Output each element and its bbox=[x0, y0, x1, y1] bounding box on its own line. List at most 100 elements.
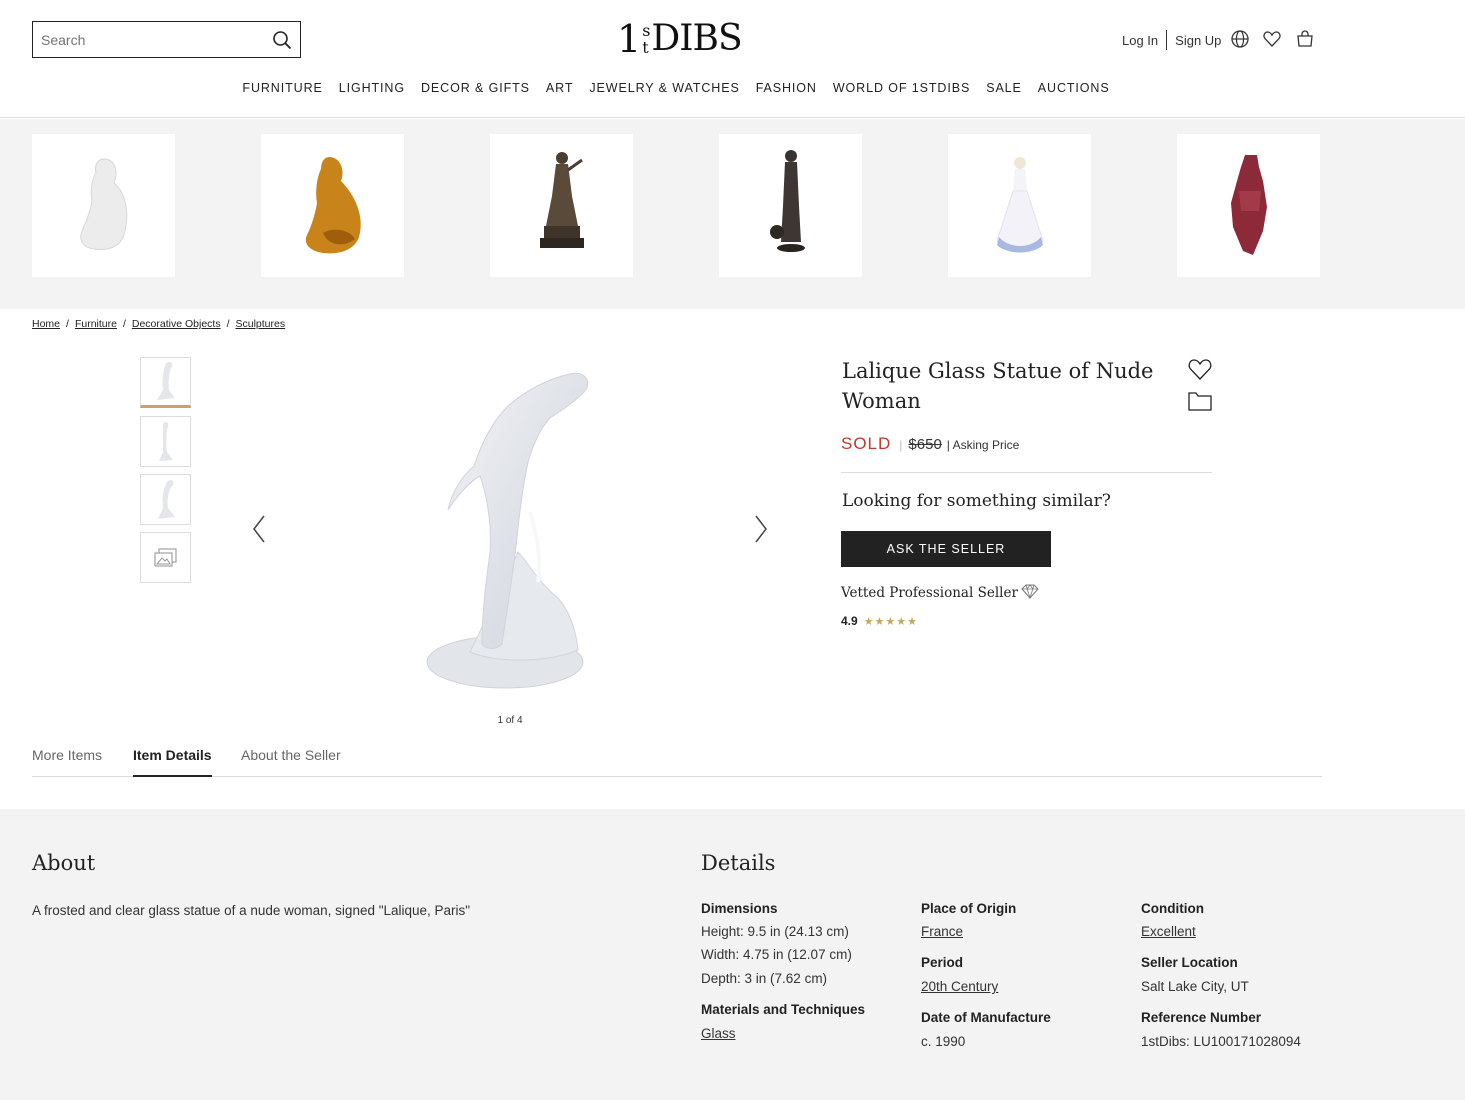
nav-world-of-1stdibs[interactable]: WORLD OF 1STDIBS bbox=[833, 81, 970, 95]
nav-furniture[interactable]: FURNITURE bbox=[242, 81, 322, 95]
nav-lighting[interactable]: LIGHTING bbox=[339, 81, 405, 95]
details-section: About A frosted and clear glass statue o… bbox=[0, 809, 1465, 1100]
materials-link[interactable]: Glass bbox=[701, 1026, 736, 1041]
recommendation-tile[interactable] bbox=[719, 134, 862, 277]
recommendation-tile[interactable] bbox=[948, 134, 1091, 277]
add-to-folder-icon[interactable] bbox=[1187, 390, 1213, 412]
thumbnail-image bbox=[157, 479, 175, 519]
breadcrumb-furniture[interactable]: Furniture bbox=[75, 318, 117, 330]
red-figure-image bbox=[1230, 154, 1267, 255]
search-box[interactable] bbox=[32, 21, 301, 58]
nav-decor-gifts[interactable]: DECOR & GIFTS bbox=[421, 81, 530, 95]
seller-location-value: Salt Lake City, UT bbox=[1141, 979, 1249, 994]
logo-one: 1 bbox=[617, 17, 642, 61]
origin-label: Place of Origin bbox=[921, 901, 1017, 916]
nav-fashion[interactable]: FASHION bbox=[756, 81, 817, 95]
dimensions-label: Dimensions bbox=[701, 901, 778, 916]
breadcrumb-decorative-objects[interactable]: Decorative Objects bbox=[132, 318, 221, 330]
login-link[interactable]: Log In bbox=[1122, 33, 1158, 48]
seller-rating[interactable]: 4.9 ★★★★★ bbox=[841, 614, 918, 628]
gallery-thumbnail-1[interactable] bbox=[140, 357, 191, 408]
breadcrumb-sculptures[interactable]: Sculptures bbox=[236, 318, 286, 330]
price-separator: | bbox=[899, 438, 903, 452]
tab-item-details[interactable]: Item Details bbox=[133, 747, 212, 777]
origin-link[interactable]: France bbox=[921, 924, 963, 939]
favorites-heart-icon[interactable] bbox=[1262, 29, 1282, 49]
amber-figure-image bbox=[305, 156, 361, 253]
nav-art[interactable]: ART bbox=[546, 81, 573, 95]
about-heading: About bbox=[32, 851, 96, 875]
site-header: 1 s t DIBS Log In Sign Up FURNITURE LIGH… bbox=[0, 0, 1465, 118]
auth-separator bbox=[1166, 30, 1168, 50]
breadcrumb-home[interactable]: Home bbox=[32, 318, 60, 330]
bronze-statue-image bbox=[539, 151, 584, 248]
condition-label: Condition bbox=[1141, 901, 1204, 916]
logo-t: t bbox=[642, 38, 649, 57]
image-counter: 1 of 4 bbox=[497, 715, 523, 726]
save-heart-icon[interactable] bbox=[1187, 356, 1213, 382]
next-image-arrow-icon[interactable] bbox=[750, 514, 770, 544]
tab-about-the-seller[interactable]: About the Seller bbox=[241, 747, 341, 777]
manufacture-value: c. 1990 bbox=[921, 1034, 966, 1049]
condition-link[interactable]: Excellent bbox=[1141, 924, 1196, 939]
nav-sale[interactable]: SALE bbox=[986, 81, 1022, 95]
depth-value: Depth: 3 in (7.62 cm) bbox=[701, 971, 828, 986]
gallery-more-images[interactable] bbox=[140, 532, 191, 583]
detail-tabs: More Items Item Details About the Seller bbox=[32, 747, 1322, 777]
main-product-image[interactable] bbox=[410, 362, 620, 697]
breadcrumb-separator: / bbox=[122, 318, 126, 330]
manufacture-label: Date of Manufacture bbox=[921, 1010, 1051, 1025]
tab-more-items[interactable]: More Items bbox=[32, 747, 102, 777]
logo-dibs: DIBS bbox=[651, 18, 742, 59]
price-row: SOLD | $650 | Asking Price bbox=[841, 434, 1019, 454]
search-icon[interactable] bbox=[272, 30, 292, 50]
period-label: Period bbox=[921, 955, 964, 970]
period-link[interactable]: 20th Century bbox=[921, 979, 998, 994]
rating-value: 4.9 bbox=[841, 614, 858, 628]
nav-jewelry-watches[interactable]: JEWELRY & WATCHES bbox=[589, 81, 739, 95]
rating-stars: ★★★★★ bbox=[863, 615, 918, 628]
breadcrumb-separator: / bbox=[226, 318, 230, 330]
signup-link[interactable]: Sign Up bbox=[1175, 33, 1221, 48]
gallery-thumbnail-2[interactable] bbox=[140, 416, 191, 467]
search-input[interactable] bbox=[41, 31, 261, 48]
globe-icon[interactable] bbox=[1230, 29, 1250, 49]
white-figure-image bbox=[79, 157, 127, 250]
diamond-icon[interactable] bbox=[1021, 584, 1039, 599]
vetted-seller-label: Vetted Professional Seller bbox=[841, 585, 1018, 601]
height-value: Height: 9.5 in (24.13 cm) bbox=[701, 924, 849, 939]
recommendation-tile[interactable] bbox=[32, 134, 175, 277]
logo-st: s t bbox=[642, 22, 650, 56]
recommendation-tile[interactable] bbox=[490, 134, 633, 277]
similar-heading: Looking for something similar? bbox=[842, 491, 1111, 511]
info-divider bbox=[841, 472, 1212, 473]
shopping-bag-icon[interactable] bbox=[1295, 29, 1315, 49]
reference-number-value: 1stDibs: LU100171028094 bbox=[1141, 1034, 1301, 1049]
asking-price-label: | Asking Price bbox=[946, 438, 1020, 452]
breadcrumb: Home / Furniture / Decorative Objects / … bbox=[32, 318, 285, 330]
nav-auctions[interactable]: AUCTIONS bbox=[1038, 81, 1110, 95]
images-icon bbox=[153, 547, 177, 567]
about-description: A frosted and clear glass statue of a nu… bbox=[32, 903, 471, 918]
thumbnail-image bbox=[156, 361, 175, 400]
details-heading: Details bbox=[701, 851, 776, 875]
bronze-woman-image bbox=[769, 149, 805, 252]
recommendation-strip bbox=[0, 119, 1465, 309]
ask-the-seller-button[interactable]: ASK THE SELLER bbox=[841, 531, 1051, 567]
auth-links: Log In Sign Up bbox=[1122, 30, 1221, 50]
sold-status: SOLD bbox=[841, 434, 892, 453]
seller-location-label: Seller Location bbox=[1141, 955, 1238, 970]
reference-number-label: Reference Number bbox=[1141, 1010, 1262, 1025]
site-logo[interactable]: 1 s t DIBS bbox=[617, 17, 743, 61]
materials-label: Materials and Techniques bbox=[701, 1002, 866, 1017]
gallery-thumbnail-3[interactable] bbox=[140, 474, 191, 525]
main-nav: FURNITURE LIGHTING DECOR & GIFTS ART JEW… bbox=[0, 81, 1352, 95]
porcelain-lady-image bbox=[995, 156, 1044, 252]
previous-image-arrow-icon[interactable] bbox=[250, 514, 270, 544]
original-price: $650 bbox=[908, 436, 942, 453]
product-title: Lalique Glass Statue of Nude Woman bbox=[842, 359, 1154, 413]
width-value: Width: 4.75 in (12.07 cm) bbox=[701, 947, 852, 962]
recommendation-tile[interactable] bbox=[261, 134, 404, 277]
recommendation-tile[interactable] bbox=[1177, 134, 1320, 277]
logo-s: s bbox=[642, 21, 651, 40]
